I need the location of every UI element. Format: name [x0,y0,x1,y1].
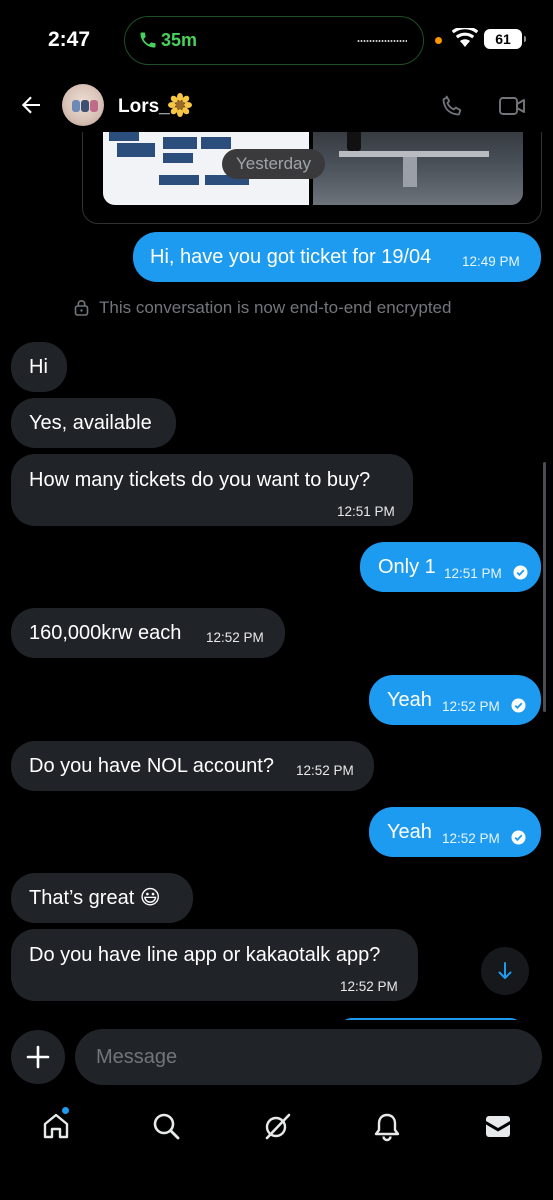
plus-icon [26,1045,50,1069]
messages-icon[interactable] [482,1110,514,1142]
message-text: That’s great 😃 [29,887,161,909]
message-time: 12:51 PM [444,566,502,581]
message-bubble-incoming[interactable]: Yes, available [11,398,176,448]
message-text: Hi [29,356,48,378]
lock-icon [74,300,89,316]
message-bubble-outgoing[interactable]: Yeah 12:52 PM [369,675,541,725]
wifi-icon [452,28,478,47]
bottom-navigation [0,1100,553,1200]
call-duration: 35m [161,30,198,50]
message-time: 12:49 PM [462,254,520,269]
status-time: 2:47 [48,28,91,51]
message-text: Do you have line app or kakaotalk app? [29,944,381,966]
call-audio-indicator [357,40,407,42]
event-photo-image[interactable] [313,132,523,205]
grok-icon[interactable] [261,1110,293,1142]
message-time: 12:52 PM [296,763,354,778]
message-text: 160,000krw each [29,622,182,644]
message-text: Yeah [387,821,432,843]
message-bubble-outgoing[interactable]: Hi, have you got ticket for 19/04 12:49 … [133,232,541,282]
scrollbar[interactable] [543,462,546,712]
mic-in-use-indicator [435,37,442,44]
message-bubble-incoming[interactable]: Do you have NOL account? 12:52 PM [11,741,374,791]
home-notification-badge [61,1106,70,1115]
active-call-pill[interactable]: 35m [124,16,424,65]
add-attachment-button[interactable] [11,1030,65,1084]
message-bubble-incoming[interactable]: Do you have line app or kakaotalk app? 1… [11,929,418,1001]
message-list[interactable]: Yesterday Hi, have you got ticket for 19… [0,132,553,1020]
battery-indicator: 61 [484,29,526,49]
message-time: 12:52 PM [340,979,398,994]
message-time: 12:51 PM [337,504,395,519]
sunflower-emoji-icon [168,93,192,117]
conversation-header: Lors_ [0,80,553,132]
search-icon[interactable] [150,1110,182,1142]
message-time: 12:52 PM [442,699,500,714]
message-text: Yes, available [29,412,152,434]
message-text: How many tickets do you want to buy? [29,469,371,491]
message-bubble-incoming[interactable]: Hi [11,342,67,392]
read-receipt-check-icon [511,830,526,845]
message-bubble-incoming[interactable]: 160,000krw each 12:52 PM [11,608,285,658]
notifications-icon[interactable] [371,1110,403,1142]
home-icon[interactable] [40,1110,72,1142]
message-text: Yeah [387,689,432,711]
contact-name[interactable]: Lors_ [118,96,170,118]
encryption-notice: This conversation is now end-to-end encr… [99,298,452,317]
message-bubble-incoming[interactable]: How many tickets do you want to buy? 12:… [11,454,413,526]
read-receipt-check-icon [511,698,526,713]
message-time: 12:52 PM [206,630,264,645]
message-bubble-outgoing[interactable]: Only 1 12:51 PM [360,542,541,592]
arrow-down-icon [498,962,512,979]
video-call-icon[interactable] [498,95,526,117]
message-text: Only 1 [378,556,436,578]
message-input[interactable] [75,1029,542,1085]
voice-call-icon[interactable] [440,94,464,118]
message-bubble-outgoing[interactable]: Yeah 12:52 PM [369,807,541,857]
avatar[interactable] [62,84,104,126]
back-arrow-icon[interactable] [18,92,44,118]
message-bubble-outgoing-partial[interactable] [338,1018,524,1020]
message-bubble-incoming[interactable]: That’s great 😃 [11,873,193,923]
message-text: Hi, have you got ticket for 19/04 [150,246,432,268]
phone-call-icon [140,32,156,48]
status-bar: 2:47 35m 61 [0,0,553,80]
message-time: 12:52 PM [442,831,500,846]
scroll-to-bottom-button[interactable] [481,947,529,995]
date-separator: Yesterday [222,149,325,179]
message-text: Do you have NOL account? [29,755,274,777]
read-receipt-check-icon [513,565,528,580]
